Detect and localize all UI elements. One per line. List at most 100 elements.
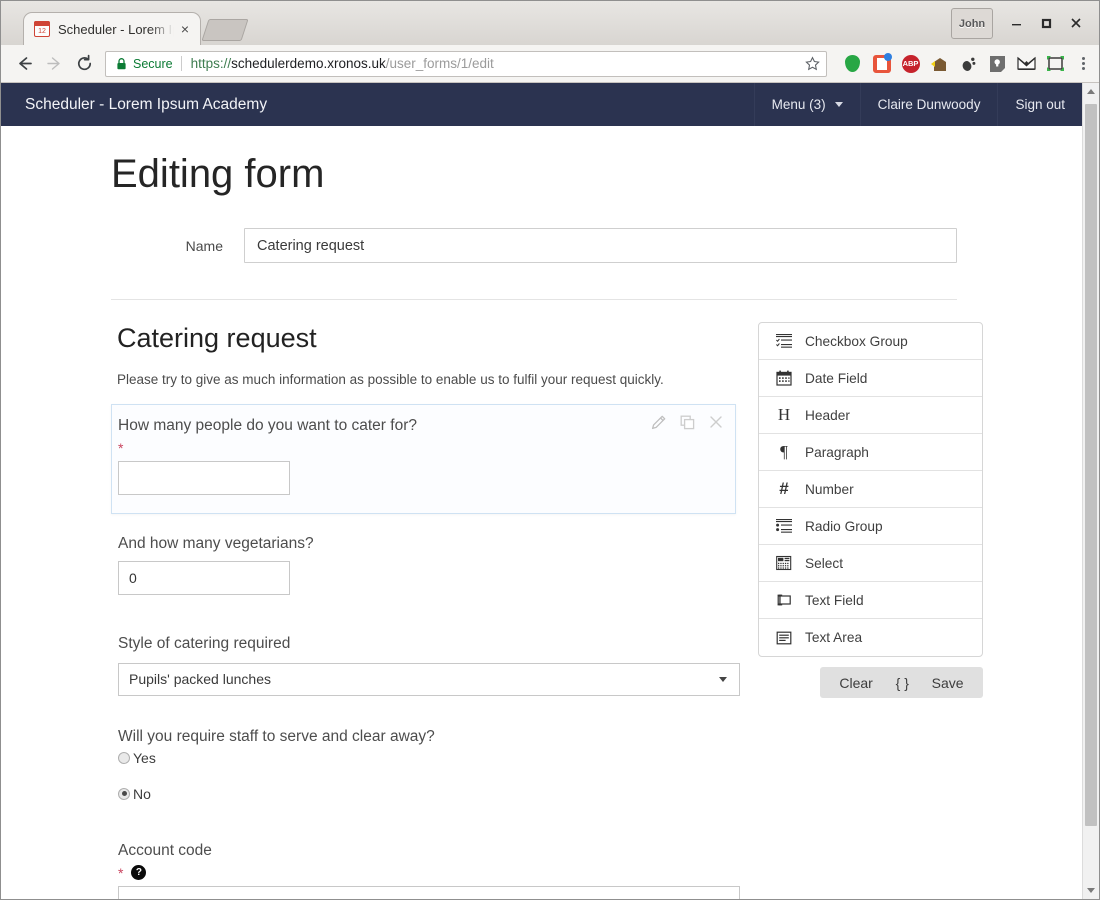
- minimize-icon[interactable]: [1001, 9, 1031, 37]
- nav-menu-label: Menu (3): [771, 97, 826, 112]
- app-brand[interactable]: Scheduler - Lorem Ipsum Academy: [1, 83, 754, 126]
- preview-description: Please try to give as much information a…: [117, 372, 664, 388]
- gnome-foot-icon[interactable]: [959, 54, 978, 73]
- field-palette: Checkbox Group Date Field H Header ¶ Par…: [758, 322, 983, 657]
- code-view-button[interactable]: { }: [896, 675, 909, 691]
- palette-item-label: Radio Group: [805, 518, 883, 534]
- preview-heading: Catering request: [117, 323, 317, 353]
- scrollbar-track[interactable]: [1083, 100, 1099, 882]
- forward-arrow-icon: [39, 49, 69, 79]
- window-controls: [1001, 9, 1091, 37]
- star-icon[interactable]: [805, 56, 820, 71]
- page-viewport: Scheduler - Lorem Ipsum Academy Menu (3)…: [1, 83, 1099, 899]
- form-name-input[interactable]: [244, 228, 957, 263]
- palette-item-text-field[interactable]: Text Field: [759, 582, 982, 619]
- chevron-down-icon: [834, 102, 843, 107]
- text-area-icon: [773, 630, 795, 646]
- nav-menu-dropdown[interactable]: Menu (3): [753, 83, 860, 126]
- save-button[interactable]: Save: [932, 675, 964, 691]
- tab-close-icon[interactable]: ×: [176, 20, 194, 38]
- house-extension-icon[interactable]: [930, 54, 949, 73]
- duplicate-copy-icon[interactable]: [680, 415, 695, 430]
- palette-item-radio-group[interactable]: Radio Group: [759, 508, 982, 545]
- palette-item-label: Text Area: [805, 630, 863, 645]
- field-action-bar: [651, 415, 723, 430]
- text-input-account-code[interactable]: [118, 885, 740, 899]
- number-input-people-count[interactable]: [118, 460, 290, 495]
- new-tab-button[interactable]: [201, 19, 249, 41]
- radio-button[interactable]: [118, 751, 130, 764]
- omnibox-divider: [180, 56, 182, 71]
- url-scheme: https://: [190, 56, 232, 71]
- keep-note-icon[interactable]: [988, 54, 1007, 73]
- calendar-icon: [34, 21, 50, 37]
- page-scrollbar[interactable]: [1082, 83, 1099, 899]
- number-input-vegetarians[interactable]: [118, 560, 290, 595]
- browser-tab-active[interactable]: Scheduler - Lorem Ipsum Academy ×: [23, 12, 201, 45]
- palette-item-label: Text Field: [805, 592, 864, 608]
- palette-item-checkbox-group[interactable]: Checkbox Group: [759, 323, 982, 360]
- field-required-row: *: [118, 439, 729, 457]
- lock-icon: [116, 57, 127, 70]
- palette-item-label: Number: [805, 481, 854, 497]
- field-label: Account code: [118, 841, 212, 859]
- palette-item-label: Select: [805, 555, 844, 571]
- delete-close-icon[interactable]: [709, 415, 723, 429]
- field-required-row: * ?: [118, 864, 729, 882]
- scrollbar-thumb[interactable]: [1085, 104, 1097, 826]
- form-field-people-count[interactable]: How many people do you want to cater for…: [111, 403, 736, 514]
- palette-item-number[interactable]: # Number: [759, 471, 982, 508]
- screenshot-capture-icon[interactable]: [1046, 54, 1065, 73]
- scroll-up-arrow-icon[interactable]: [1083, 83, 1099, 100]
- browser-toolbar: Secure https://schedulerdemo.xronos.uk/u…: [1, 45, 1099, 83]
- radio-button[interactable]: [118, 787, 130, 800]
- palette-item-label: Paragraph: [805, 444, 869, 460]
- browser-window: Scheduler - Lorem Ipsum Academy × John: [0, 0, 1100, 900]
- help-question-icon[interactable]: ?: [131, 865, 147, 881]
- nav-user[interactable]: Claire Dunwoody: [859, 83, 998, 126]
- chrome-menu-icon[interactable]: [1075, 57, 1091, 70]
- field-label: How many people do you want to cater for…: [118, 416, 417, 434]
- green-balloon-extension-icon[interactable]: [843, 54, 862, 73]
- browser-titlebar: Scheduler - Lorem Ipsum Academy × John: [1, 1, 1099, 45]
- form-field-vegetarians[interactable]: And how many vegetarians?: [111, 526, 736, 606]
- section-divider: [111, 299, 957, 300]
- clear-button[interactable]: Clear: [839, 675, 872, 691]
- page-content: Editing form Name Catering request Pleas…: [1, 152, 1082, 899]
- radio-group-icon: [773, 518, 795, 534]
- radio-option-no[interactable]: No: [118, 786, 729, 802]
- nav-signout[interactable]: Sign out: [997, 83, 1082, 126]
- maximize-icon[interactable]: [1031, 9, 1061, 37]
- field-label: Style of catering required: [118, 634, 291, 652]
- adblock-plus-icon[interactable]: ABP: [901, 54, 920, 73]
- form-field-catering-style[interactable]: Style of catering required Pupils' packe…: [111, 626, 740, 707]
- extension-toolbar: ABP: [835, 52, 1091, 73]
- address-bar[interactable]: Secure https://schedulerdemo.xronos.uk/u…: [105, 50, 827, 77]
- url-text: https://schedulerdemo.xronos.uk/user_for…: [191, 56, 799, 71]
- field-palette-column: Checkbox Group Date Field H Header ¶ Par…: [758, 322, 983, 698]
- palette-item-date-field[interactable]: Date Field: [759, 360, 982, 397]
- palette-item-text-area[interactable]: Text Area: [759, 619, 982, 656]
- scroll-down-arrow-icon[interactable]: [1083, 882, 1099, 899]
- radio-label: No: [133, 785, 151, 802]
- select-catering-style[interactable]: Pupils' packed lunches: [118, 662, 740, 696]
- palette-action-bar: Clear { } Save: [820, 667, 983, 698]
- form-field-staff-required[interactable]: Will you require staff to serve and clea…: [111, 719, 736, 813]
- radio-label: Yes: [133, 749, 156, 766]
- palette-item-paragraph[interactable]: ¶ Paragraph: [759, 434, 982, 471]
- profile-button[interactable]: John: [951, 8, 993, 39]
- field-label: Will you require staff to serve and clea…: [118, 727, 435, 745]
- reload-icon[interactable]: [69, 49, 99, 79]
- pilcrow-icon: ¶: [780, 442, 788, 461]
- back-arrow-icon[interactable]: [9, 49, 39, 79]
- palette-item-header[interactable]: H Header: [759, 397, 982, 434]
- edit-pencil-icon[interactable]: [651, 415, 666, 430]
- close-icon[interactable]: [1061, 9, 1091, 37]
- mail-envelope-icon[interactable]: [1017, 54, 1036, 73]
- radio-option-yes[interactable]: Yes: [118, 750, 729, 766]
- form-field-account-code[interactable]: Account code * ?: [111, 833, 740, 899]
- url-path: /user_forms/1/edit: [385, 56, 494, 71]
- palette-item-select[interactable]: Select: [759, 545, 982, 582]
- palette-item-label: Date Field: [805, 370, 868, 386]
- red-bookmark-extension-icon[interactable]: [872, 52, 892, 73]
